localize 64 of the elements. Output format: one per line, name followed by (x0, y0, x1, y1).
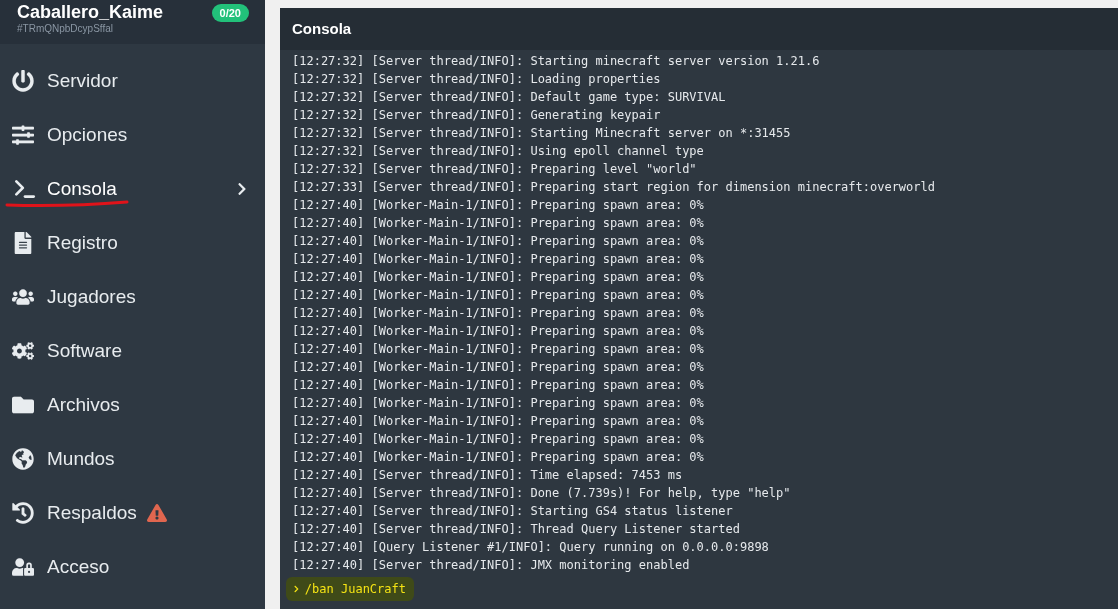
log-line: [12:27:40] [Worker-Main-1/INFO]: Preparing spawn area: 0% (292, 449, 705, 466)
nav-item[interactable]: Respaldos (0, 486, 265, 540)
log-line: [12:27:40] [Worker-Main-1/INFO]: Preparing spawn area: 0% (292, 197, 705, 214)
log-line: [12:27:32] [Server thread/INFO]: Preparing level "world" (292, 161, 698, 178)
log-line: [12:27:40] [Query Listener #1/INFO]: Query running on 0.0.0.0:9898 (292, 539, 770, 556)
log-line: [12:27:32] [Server thread/INFO]: Loading properties (292, 71, 662, 88)
log-line: [12:27:32] [Server thread/INFO]: Default game type: SURVIVAL (292, 89, 727, 106)
log-line: [12:27:32] [Server thread/INFO]: Starting Minecraft server on *:31455 (292, 125, 792, 142)
user-lock-icon (12, 556, 34, 578)
command-input[interactable]: /ban JuanCraft (286, 577, 414, 601)
log-line: [12:27:40] [Worker-Main-1/INFO]: Preparing spawn area: 0% (292, 395, 705, 412)
log-line: [12:27:32] [Server thread/INFO]: Generating keypair (292, 107, 662, 124)
nav-label: Consola (47, 176, 117, 201)
power-icon (12, 70, 34, 92)
log-line: [12:27:32] [Server thread/INFO]: Starting minecraft server version 1.21.6 (292, 53, 821, 70)
log-line: [12:27:40] [Worker-Main-1/INFO]: Preparing spawn area: 0% (292, 377, 705, 394)
history-icon (12, 502, 34, 524)
log-line: [12:27:40] [Server thread/INFO]: Done (7.739s)! For help, type "help" (292, 485, 792, 502)
globe-icon (12, 448, 34, 470)
nav-label: Registro (47, 230, 118, 255)
log-line: [12:27:40] [Worker-Main-1/INFO]: Preparing spawn area: 0% (292, 269, 705, 286)
console-title: Consola (292, 18, 352, 39)
nav-label: Servidor (47, 68, 118, 93)
nav-label: Mundos (47, 446, 115, 471)
nav-item[interactable]: Opciones (0, 108, 265, 162)
nav-item[interactable]: Servidor (0, 54, 265, 108)
server-name: Caballero_Kaime (17, 2, 164, 22)
folder-icon (12, 394, 34, 416)
document-icon (12, 232, 34, 254)
gears-icon (12, 340, 34, 362)
nav-item[interactable]: Software (0, 324, 265, 378)
log-line: [12:27:40] [Worker-Main-1/INFO]: Preparing spawn area: 0% (292, 305, 705, 322)
log-line: [12:27:40] [Server thread/INFO]: Time elapsed: 7453 ms (292, 467, 684, 484)
log-line: [12:27:40] [Worker-Main-1/INFO]: Preparing spawn area: 0% (292, 341, 705, 358)
log-line: [12:27:40] [Worker-Main-1/INFO]: Preparing spawn area: 0% (292, 413, 705, 430)
log-line: [12:27:40] [Server thread/INFO]: Thread Query Listener started (292, 521, 741, 538)
log-line: [12:27:32] [Server thread/INFO]: Using epoll channel type (292, 143, 705, 160)
nav-label: Software (47, 338, 122, 363)
nav-item[interactable]: Acceso (0, 540, 265, 594)
log-line: [12:27:40] [Worker-Main-1/INFO]: Preparing spawn area: 0% (292, 215, 705, 232)
log-line: [12:27:40] [Server thread/INFO]: JMX monitoring enabled (292, 557, 691, 574)
player-count-badge: 0/20 (211, 4, 249, 22)
server-id: #TRmQNpbDcypSffal (17, 22, 114, 36)
nav-item[interactable]: Jugadores (0, 270, 265, 324)
nav-item[interactable]: Registro (0, 216, 265, 270)
nav-item[interactable]: Mundos (0, 432, 265, 486)
log-line: [12:27:40] [Worker-Main-1/INFO]: Preparing spawn area: 0% (292, 359, 705, 376)
log-line: [12:27:40] [Worker-Main-1/INFO]: Preparing spawn area: 0% (292, 431, 705, 448)
log-line: [12:27:40] [Worker-Main-1/INFO]: Preparing spawn area: 0% (292, 251, 705, 268)
nav-label: Archivos (47, 392, 120, 417)
command-text: /ban JuanCraft (304, 581, 406, 598)
log-line: [12:27:33] [Server thread/INFO]: Preparing start region for dimension minecraft:overworld (292, 179, 936, 196)
sliders-icon (12, 124, 34, 146)
nav-item[interactable]: Archivos (0, 378, 265, 432)
prompt-icon (294, 584, 299, 594)
nav-label: Jugadores (47, 284, 136, 309)
log-line: [12:27:40] [Worker-Main-1/INFO]: Preparing spawn area: 0% (292, 287, 705, 304)
users-icon (12, 286, 34, 308)
log-line: [12:27:40] [Server thread/INFO]: Starting GS4 status listener (292, 503, 734, 520)
nav-label: Acceso (47, 554, 110, 579)
nav-label: Opciones (47, 122, 128, 147)
log-line: [12:27:40] [Worker-Main-1/INFO]: Preparing spawn area: 0% (292, 233, 705, 250)
nav-label: Respaldos (47, 500, 137, 525)
log-line: [12:27:40] [Worker-Main-1/INFO]: Preparing spawn area: 0% (292, 323, 705, 340)
